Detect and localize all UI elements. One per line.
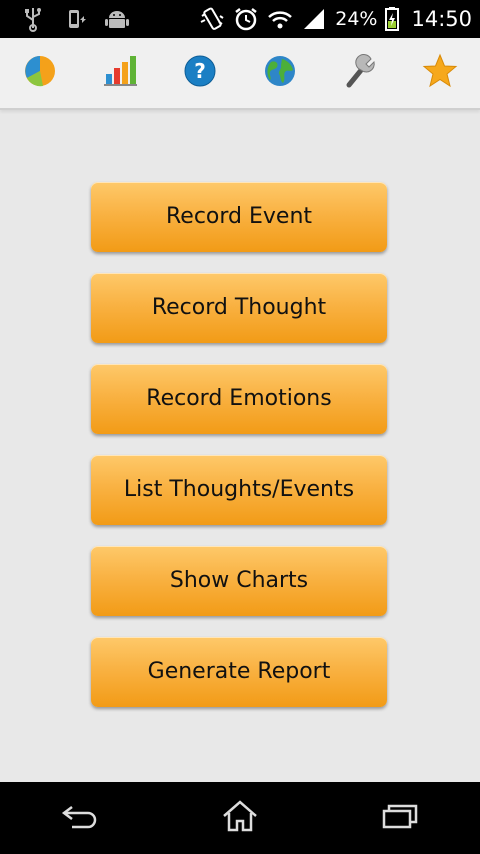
status-bar-system: 24% 14:50 [199,0,472,38]
wrench-icon [342,53,378,93]
toolbar: ? [0,38,480,110]
star-icon [422,53,458,93]
globe-button[interactable] [256,49,304,97]
android-icon [104,6,130,32]
record-thought-button[interactable]: Record Thought [91,273,387,343]
svg-text:?: ? [194,59,206,83]
back-icon [60,801,100,835]
generate-report-button[interactable]: Generate Report [91,637,387,707]
pie-chart-button[interactable] [16,49,64,97]
clock: 14:50 [411,7,472,31]
battery-percent: 24% [335,8,378,30]
main-menu: Record Event Record Thought Record Emoti… [91,182,387,728]
status-bar-notifications [20,6,130,32]
recent-apps-button[interactable] [360,790,440,846]
help-button[interactable]: ? [176,49,224,97]
bar-chart-icon [103,54,137,92]
signal-icon [301,6,327,32]
wifi-icon [267,6,293,32]
bar-chart-button[interactable] [96,49,144,97]
home-button[interactable] [200,790,280,846]
favorite-button[interactable] [416,49,464,97]
vibrate-icon [199,6,225,32]
home-icon [220,799,260,837]
list-thoughts-events-button[interactable]: List Thoughts/Events [91,455,387,525]
settings-button[interactable] [336,49,384,97]
alarm-icon [233,6,259,32]
show-charts-button[interactable]: Show Charts [91,546,387,616]
record-event-button[interactable]: Record Event [91,182,387,252]
pie-chart-icon [23,54,57,92]
back-button[interactable] [40,790,120,846]
battery-icon [385,6,400,32]
record-emotions-button[interactable]: Record Emotions [91,364,387,434]
status-bar: 24% 14:50 [0,0,480,38]
globe-icon [263,54,297,92]
help-icon: ? [183,54,217,92]
recent-apps-icon [380,801,420,835]
navigation-bar [0,782,480,854]
phone-charge-icon [62,6,88,32]
usb-icon [20,6,46,32]
